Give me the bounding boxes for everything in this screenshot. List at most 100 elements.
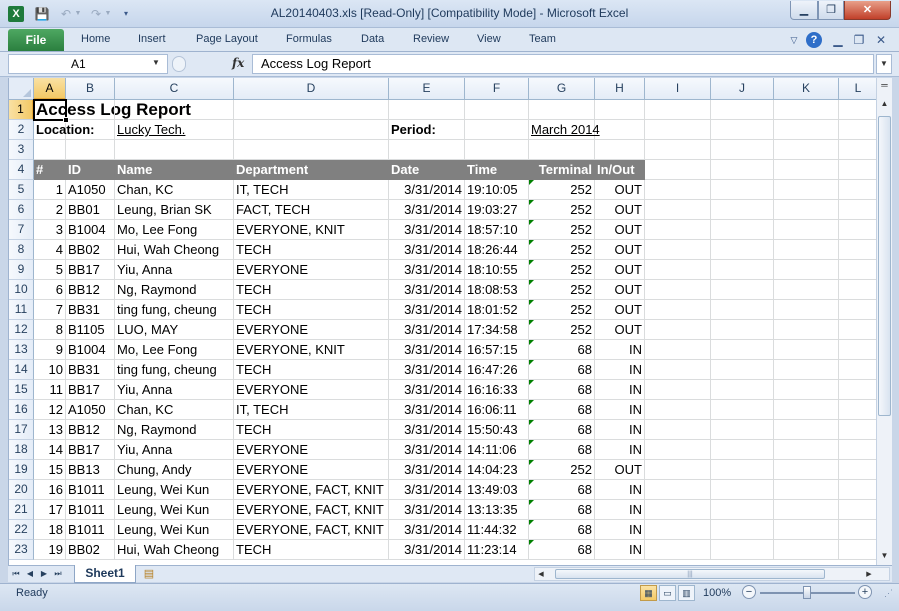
cell[interactable] [595, 140, 645, 160]
table-cell[interactable]: OUT [595, 180, 645, 200]
table-cell[interactable]: 4 [34, 240, 66, 260]
table-cell[interactable]: EVERYONE, FACT, KNIT [234, 520, 389, 540]
cell[interactable] [66, 140, 115, 160]
cell[interactable] [711, 160, 774, 180]
table-cell[interactable]: EVERYONE [234, 460, 389, 480]
workbook-minimize-icon[interactable]: ▁ [830, 32, 846, 48]
table-cell[interactable]: OUT [595, 200, 645, 220]
cell[interactable] [774, 520, 839, 540]
cell[interactable] [595, 120, 645, 140]
cell[interactable] [645, 120, 711, 140]
table-cell[interactable]: IN [595, 340, 645, 360]
table-cell[interactable]: EVERYONE [234, 380, 389, 400]
cell[interactable] [774, 160, 839, 180]
table-cell[interactable]: IN [595, 540, 645, 560]
cell[interactable] [645, 400, 711, 420]
table-cell[interactable]: 3/31/2014 [389, 440, 465, 460]
insert-function-icon[interactable]: fx [232, 56, 244, 70]
cell[interactable] [774, 360, 839, 380]
cell[interactable] [711, 460, 774, 480]
table-cell[interactable]: 18:10:55 [465, 260, 529, 280]
table-cell[interactable]: 3/31/2014 [389, 280, 465, 300]
table-cell[interactable]: 8 [34, 320, 66, 340]
table-header-cell[interactable]: Terminal [529, 160, 595, 180]
scroll-down-icon[interactable]: ▼ [877, 548, 892, 563]
cell[interactable] [774, 180, 839, 200]
cell[interactable] [645, 200, 711, 220]
workbook-close-icon[interactable]: ✕ [873, 32, 889, 48]
table-cell[interactable]: 252 [529, 220, 595, 240]
cell[interactable] [66, 100, 115, 120]
table-header-cell[interactable]: Date [389, 160, 465, 180]
scroll-up-icon[interactable]: ▲ [877, 96, 892, 111]
scroll-left-icon[interactable]: ◀ [535, 567, 547, 582]
page-break-preview-icon[interactable]: ▥ [678, 585, 695, 601]
cell[interactable] [234, 100, 389, 120]
file-tab[interactable]: File [8, 29, 64, 51]
table-cell[interactable]: 3/31/2014 [389, 500, 465, 520]
cell[interactable] [711, 380, 774, 400]
table-cell[interactable]: Chung, Andy [115, 460, 234, 480]
table-cell[interactable]: 3/31/2014 [389, 540, 465, 560]
table-cell[interactable]: LUO, MAY [115, 320, 234, 340]
table-cell[interactable]: 68 [529, 360, 595, 380]
table-cell[interactable]: 3/31/2014 [389, 420, 465, 440]
cell[interactable] [389, 100, 465, 120]
cell[interactable] [711, 180, 774, 200]
period-value[interactable]: March 2014 [529, 120, 600, 140]
table-cell[interactable]: B1011 [66, 480, 115, 500]
select-all-button[interactable] [9, 78, 34, 100]
table-cell[interactable]: 18:08:53 [465, 280, 529, 300]
cell[interactable] [839, 440, 876, 460]
table-cell[interactable]: 3/31/2014 [389, 400, 465, 420]
prev-sheet-icon[interactable]: ◀ [24, 567, 36, 581]
table-cell[interactable]: 68 [529, 420, 595, 440]
row-header-9[interactable]: 9 [9, 260, 34, 280]
table-cell[interactable]: ting fung, cheung [115, 300, 234, 320]
table-cell[interactable]: 68 [529, 380, 595, 400]
cell[interactable] [839, 480, 876, 500]
table-cell[interactable]: BB01 [66, 200, 115, 220]
table-cell[interactable]: 10 [34, 360, 66, 380]
row-header-21[interactable]: 21 [9, 500, 34, 520]
cell[interactable] [774, 500, 839, 520]
cell[interactable] [711, 320, 774, 340]
table-cell[interactable]: IN [595, 420, 645, 440]
cell[interactable] [645, 360, 711, 380]
scroll-right-icon[interactable]: ▶ [863, 567, 875, 582]
table-cell[interactable]: 17 [34, 500, 66, 520]
row-header-4[interactable]: 4 [9, 160, 34, 180]
table-cell[interactable]: TECH [234, 540, 389, 560]
table-cell[interactable]: OUT [595, 460, 645, 480]
table-cell[interactable]: B1004 [66, 220, 115, 240]
tab-review[interactable]: Review [413, 33, 449, 45]
table-cell[interactable]: 18 [34, 520, 66, 540]
fill-handle[interactable] [63, 117, 69, 123]
table-cell[interactable]: 7 [34, 300, 66, 320]
table-cell[interactable]: 252 [529, 180, 595, 200]
table-cell[interactable]: 3/31/2014 [389, 260, 465, 280]
table-cell[interactable]: 19 [34, 540, 66, 560]
cell[interactable] [711, 120, 774, 140]
table-cell[interactable]: Yiu, Anna [115, 440, 234, 460]
table-cell[interactable]: 3/31/2014 [389, 220, 465, 240]
column-header-c[interactable]: C [115, 78, 234, 100]
column-header-a[interactable]: A [34, 78, 66, 100]
row-header-18[interactable]: 18 [9, 440, 34, 460]
table-cell[interactable]: 68 [529, 520, 595, 540]
cell[interactable] [34, 140, 66, 160]
table-cell[interactable]: OUT [595, 320, 645, 340]
table-cell[interactable]: Leung, Wei Kun [115, 500, 234, 520]
column-header-b[interactable]: B [66, 78, 115, 100]
cell[interactable] [774, 460, 839, 480]
name-box[interactable]: A1 [8, 54, 168, 74]
table-cell[interactable]: EVERYONE [234, 260, 389, 280]
cell[interactable] [774, 140, 839, 160]
cell[interactable] [711, 280, 774, 300]
column-header-f[interactable]: F [465, 78, 529, 100]
table-cell[interactable]: 3/31/2014 [389, 180, 465, 200]
table-cell[interactable]: 252 [529, 460, 595, 480]
table-cell[interactable]: 6 [34, 280, 66, 300]
cell[interactable] [234, 120, 389, 140]
cell[interactable] [465, 140, 529, 160]
